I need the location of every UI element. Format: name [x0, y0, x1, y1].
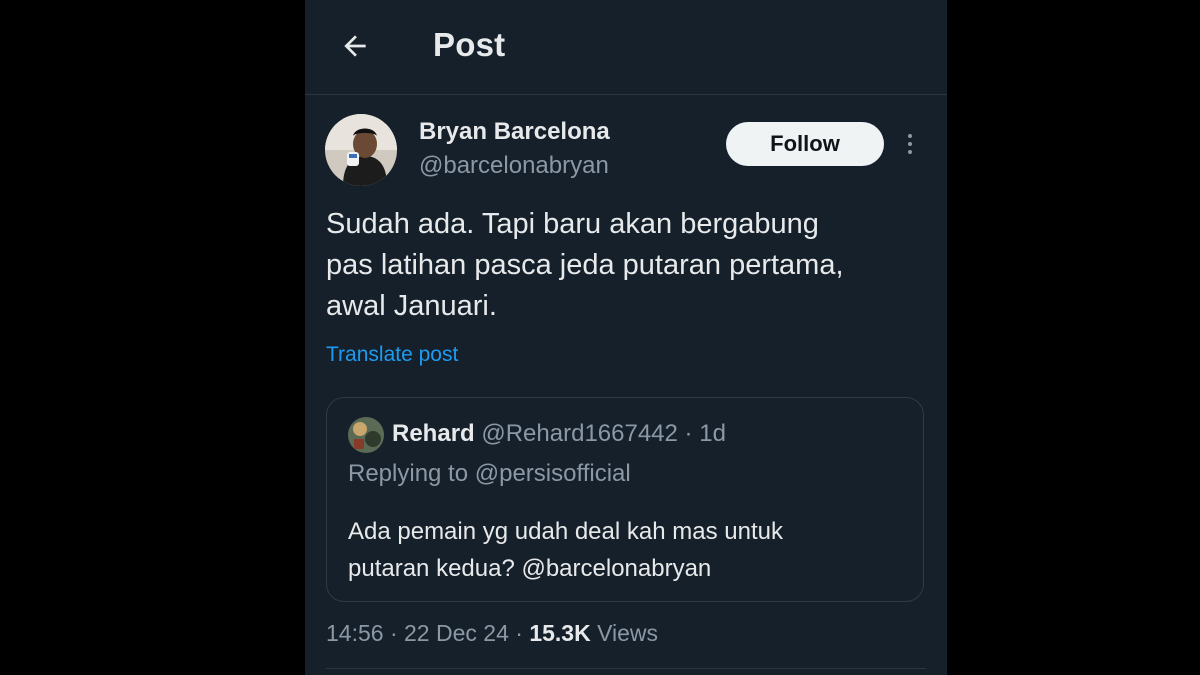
author-avatar[interactable] — [325, 114, 397, 186]
quoted-post-text: Ada pemain yg udah deal kah mas untuk pu… — [348, 513, 908, 587]
quoted-author-name[interactable]: Rehard — [392, 420, 475, 447]
separator-dot: · — [684, 420, 693, 447]
post-metadata: 14:56 · 22 Dec 24 · 15.3K Views — [326, 620, 658, 647]
post-time[interactable]: 14:56 — [326, 620, 384, 646]
arrow-left-icon — [344, 35, 366, 57]
more-dot — [908, 150, 912, 154]
replying-to-prefix: Replying to — [348, 460, 469, 487]
author-handle[interactable]: @barcelonabryan — [419, 152, 609, 180]
post-date[interactable]: 22 Dec 24 — [404, 620, 509, 646]
back-button[interactable] — [333, 24, 377, 68]
quoted-post-header: Rehard @Rehard1667442 · 1d — [392, 420, 726, 448]
post-text-line: pas latihan pasca jeda putaran pertama, — [326, 249, 844, 281]
translate-post-link[interactable]: Translate post — [326, 343, 458, 367]
quoted-avatar-image — [348, 417, 384, 453]
author-name[interactable]: Bryan Barcelona — [419, 118, 610, 146]
more-dots-icon — [908, 134, 912, 138]
replying-to-line: Replying to @persisofficial — [348, 460, 631, 488]
replying-to-mention[interactable]: @persisofficial — [475, 460, 631, 487]
top-bar: Post — [305, 0, 947, 95]
more-dot — [908, 142, 912, 146]
quoted-text-line: Ada pemain yg udah deal kah mas untuk — [348, 518, 783, 545]
post-text: Sudah ada. Tapi baru akan bergabung pas … — [326, 204, 926, 327]
quoted-author-avatar[interactable] — [348, 417, 384, 453]
post-text-line: Sudah ada. Tapi baru akan bergabung — [326, 208, 819, 240]
follow-button[interactable]: Follow — [726, 122, 884, 166]
views-label: Views — [597, 620, 659, 646]
page-title: Post — [433, 26, 506, 63]
quoted-text-line: putaran kedua? @barcelonabryan — [348, 555, 712, 582]
avatar-image — [325, 114, 397, 186]
screen: Post Bryan Barcelona @barcelonabryan Fol… — [0, 0, 1200, 675]
separator-dot: · — [389, 620, 398, 646]
post-text-line: awal Januari. — [326, 290, 497, 322]
quoted-author-handle[interactable]: @Rehard1667442 — [481, 420, 678, 447]
quoted-post-age: 1d — [699, 420, 726, 447]
more-options-button[interactable] — [898, 128, 922, 160]
separator-dot: · — [515, 620, 523, 646]
views-count[interactable]: 15.3K — [529, 620, 590, 646]
post-view: Post Bryan Barcelona @barcelonabryan Fol… — [305, 0, 947, 675]
divider — [326, 668, 926, 669]
quoted-post-card[interactable]: Rehard @Rehard1667442 · 1d Replying to @… — [326, 397, 924, 602]
